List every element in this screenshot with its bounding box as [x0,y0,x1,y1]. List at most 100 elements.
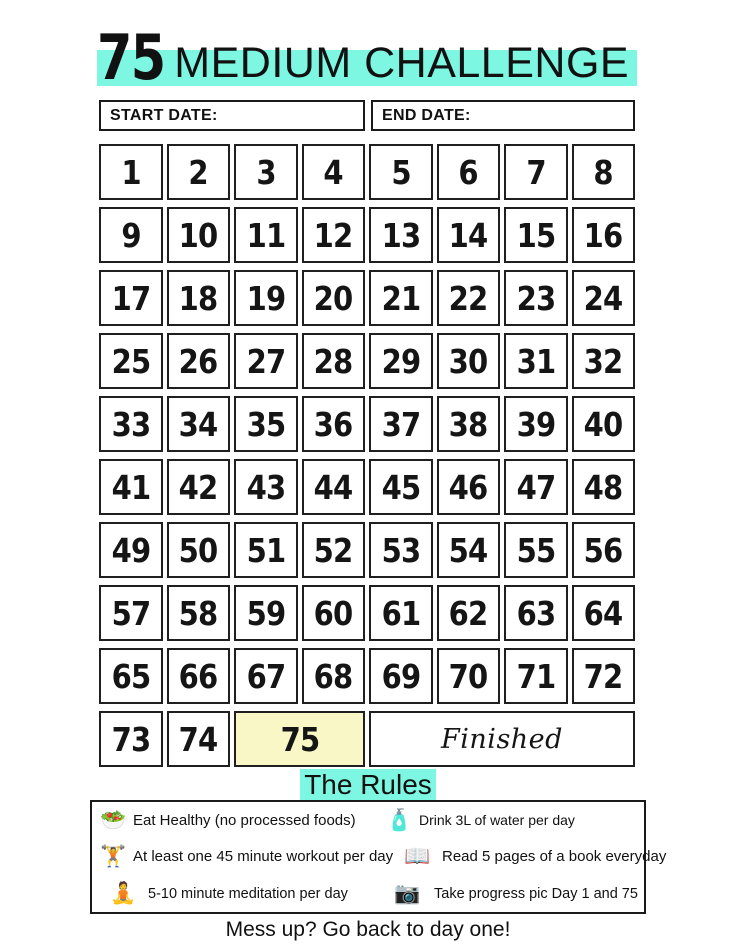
day-cell[interactable]: 21 [369,270,433,326]
day-cell[interactable]: 3 [234,144,298,200]
rule-text: Read 5 pages of a book everyday [442,848,667,866]
rule-text: Take progress pic Day 1 and 75 [434,885,638,902]
day-cell-final[interactable]: 75 [234,711,365,767]
day-cell[interactable]: 33 [99,396,163,452]
day-cell[interactable]: 28 [301,333,365,389]
rule-item: 🧘 5-10 minute meditation per day [92,883,384,904]
day-cell[interactable]: 74 [166,711,230,767]
day-cell[interactable]: 35 [234,396,298,452]
day-cell[interactable]: 13 [369,207,433,263]
day-cell[interactable]: 68 [301,648,365,704]
day-cell[interactable]: 16 [571,207,635,263]
end-date-field[interactable]: END DATE: [371,100,635,131]
day-cell[interactable]: 60 [301,585,365,641]
day-cell[interactable]: 20 [301,270,365,326]
start-date-field[interactable]: START DATE: [99,100,365,131]
day-cell[interactable]: 24 [571,270,635,326]
day-cell[interactable]: 50 [166,522,230,578]
day-number: 29 [381,341,421,381]
day-cell[interactable]: 47 [504,459,568,515]
day-number: 61 [381,593,421,633]
day-cell[interactable]: 71 [504,648,568,704]
day-number: 36 [313,404,354,444]
day-cell[interactable]: 17 [99,270,163,326]
open-book-icon: 📖 [404,845,431,869]
day-cell[interactable]: 53 [369,522,433,578]
finished-label: Finished [441,723,563,755]
day-cell[interactable]: 43 [234,459,298,515]
day-cell[interactable]: 19 [234,270,298,326]
meditation-icon: 🧘 [110,882,137,906]
day-cell[interactable]: 56 [571,522,635,578]
day-number: 54 [448,530,489,570]
day-cell[interactable]: 39 [504,396,568,452]
day-cell[interactable]: 34 [166,396,230,452]
day-cell[interactable]: 44 [301,459,365,515]
day-cell[interactable]: 22 [436,270,500,326]
day-cell[interactable]: 70 [436,648,500,704]
day-number: 62 [448,593,489,633]
day-number: 47 [516,467,556,507]
day-cell[interactable]: 4 [301,144,365,200]
finished-cell[interactable]: Finished [369,711,635,767]
day-cell[interactable]: 38 [436,396,500,452]
day-number: 55 [516,530,556,570]
day-cell[interactable]: 61 [369,585,433,641]
day-cell[interactable]: 58 [166,585,230,641]
day-cell[interactable]: 45 [369,459,433,515]
day-cell[interactable]: 14 [436,207,500,263]
rule-item: 📖 Read 5 pages of a book everyday [384,846,666,867]
date-row: START DATE: END DATE: [99,100,635,131]
day-cell[interactable]: 67 [234,648,298,704]
day-number: 52 [313,530,354,570]
day-cell[interactable]: 49 [99,522,163,578]
day-cell[interactable]: 7 [504,144,568,200]
day-cell[interactable]: 30 [436,333,500,389]
day-cell[interactable]: 41 [99,459,163,515]
rule-item: 🥗 Eat Healthy (no processed foods) [92,810,384,831]
day-cell[interactable]: 63 [504,585,568,641]
day-cell[interactable]: 2 [166,144,230,200]
day-number: 39 [516,404,556,444]
day-cell[interactable]: 59 [234,585,298,641]
day-cell[interactable]: 52 [301,522,365,578]
day-cell[interactable]: 73 [99,711,163,767]
day-cell[interactable]: 64 [571,585,635,641]
day-cell[interactable]: 9 [99,207,163,263]
camera-icon: 📷 [394,882,421,906]
day-cell[interactable]: 51 [234,522,298,578]
day-cell[interactable]: 42 [166,459,230,515]
day-cell[interactable]: 27 [234,333,298,389]
day-cell[interactable]: 31 [504,333,568,389]
day-cell[interactable]: 54 [436,522,500,578]
day-cell[interactable]: 65 [99,648,163,704]
day-cell[interactable]: 72 [571,648,635,704]
day-cell[interactable]: 26 [166,333,230,389]
day-cell[interactable]: 29 [369,333,433,389]
rules-heading: The Rules [0,769,736,801]
day-number: 48 [583,467,624,507]
day-cell[interactable]: 23 [504,270,568,326]
day-cell[interactable]: 69 [369,648,433,704]
day-cell[interactable]: 18 [166,270,230,326]
day-cell[interactable]: 36 [301,396,365,452]
day-cell[interactable]: 15 [504,207,568,263]
day-cell[interactable]: 62 [436,585,500,641]
day-cell[interactable]: 5 [369,144,433,200]
day-cell[interactable]: 8 [571,144,635,200]
day-cell[interactable]: 55 [504,522,568,578]
day-number: 10 [178,215,219,255]
day-cell[interactable]: 25 [99,333,163,389]
day-cell[interactable]: 12 [301,207,365,263]
day-cell[interactable]: 37 [369,396,433,452]
day-cell[interactable]: 32 [571,333,635,389]
day-cell[interactable]: 57 [99,585,163,641]
day-cell[interactable]: 48 [571,459,635,515]
day-cell[interactable]: 10 [166,207,230,263]
day-cell[interactable]: 66 [166,648,230,704]
day-cell[interactable]: 11 [234,207,298,263]
day-cell[interactable]: 40 [571,396,635,452]
day-cell[interactable]: 46 [436,459,500,515]
day-cell[interactable]: 1 [99,144,163,200]
day-cell[interactable]: 6 [436,144,500,200]
